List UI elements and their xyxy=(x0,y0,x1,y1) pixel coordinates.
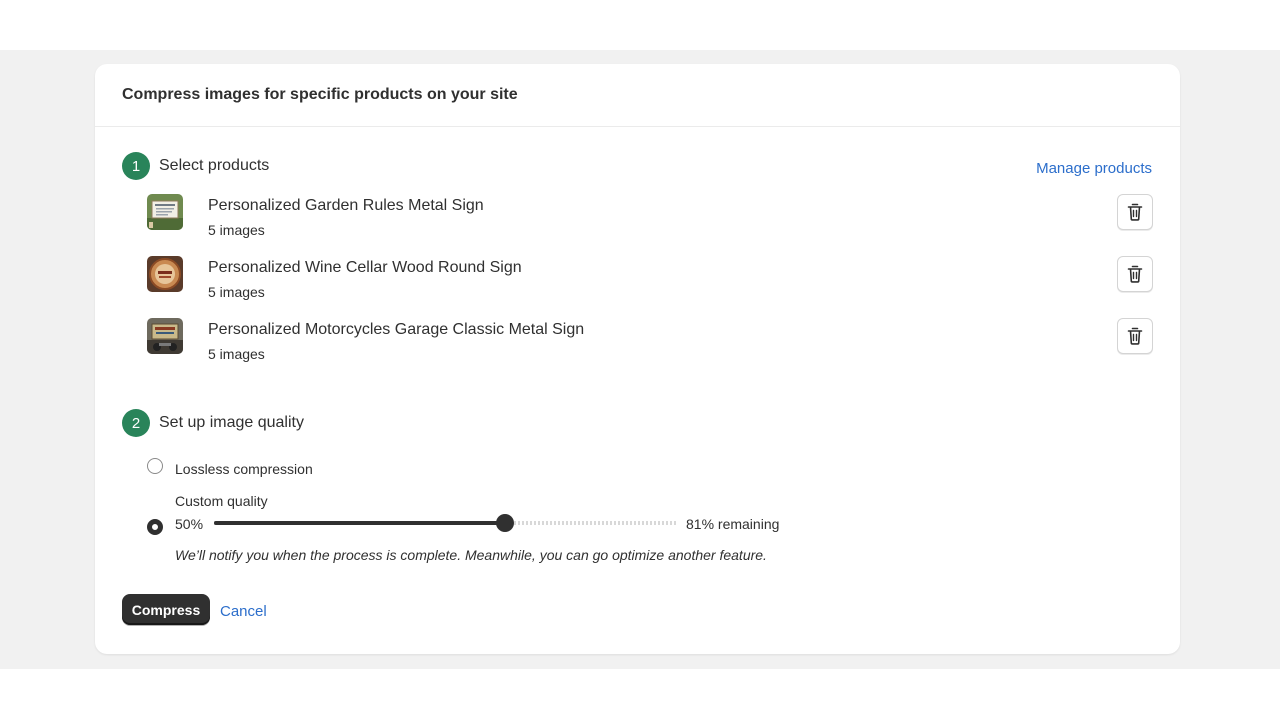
compress-card: Compress images for specific products on… xyxy=(95,64,1180,654)
trash-icon xyxy=(1127,265,1143,283)
bottom-bar xyxy=(0,669,1280,720)
delete-product-button[interactable] xyxy=(1117,318,1153,354)
manage-products-link[interactable]: Manage products xyxy=(1036,160,1152,177)
trash-icon xyxy=(1127,203,1143,221)
product-thumbnail xyxy=(147,318,183,354)
trash-icon xyxy=(1127,327,1143,345)
step-image-quality: 2 Set up image quality xyxy=(122,409,304,437)
step-number-badge: 1 xyxy=(122,152,150,180)
lossless-label: Lossless compression xyxy=(175,461,313,477)
quality-slider[interactable] xyxy=(214,513,676,533)
product-row: Personalized Garden Rules Metal Sign 5 i… xyxy=(147,193,1153,243)
slider-handle[interactable] xyxy=(496,514,514,532)
delete-product-button[interactable] xyxy=(1117,194,1153,230)
product-image-count: 5 images xyxy=(208,284,265,300)
delete-product-button[interactable] xyxy=(1117,256,1153,292)
product-name: Personalized Wine Cellar Wood Round Sign xyxy=(208,259,522,276)
custom-quality-radio[interactable] xyxy=(147,519,163,535)
card-header: Compress images for specific products on… xyxy=(95,64,1180,127)
lossless-radio[interactable] xyxy=(147,458,163,474)
product-name: Personalized Motorcycles Garage Classic … xyxy=(208,321,585,338)
product-thumbnail xyxy=(147,194,183,230)
step-number-badge: 2 xyxy=(122,409,150,437)
card-title: Compress images for specific products on… xyxy=(122,86,518,103)
product-image-count: 5 images xyxy=(208,346,265,362)
product-row: Personalized Wine Cellar Wood Round Sign… xyxy=(147,255,1153,305)
step-title: Select products xyxy=(159,157,270,174)
product-name: Personalized Garden Rules Metal Sign xyxy=(208,197,484,214)
cancel-link[interactable]: Cancel xyxy=(220,603,267,620)
product-row: Personalized Motorcycles Garage Classic … xyxy=(147,317,1153,367)
product-thumbnail xyxy=(147,256,183,292)
top-bar xyxy=(0,0,1280,50)
remaining-text: 81% remaining xyxy=(686,516,780,532)
compress-button[interactable]: Compress xyxy=(122,594,210,625)
step-select-products: 1 Select products xyxy=(122,152,269,180)
slider-fill xyxy=(214,521,505,525)
product-image-count: 5 images xyxy=(208,222,265,238)
process-note: We’ll notify you when the process is com… xyxy=(175,547,767,563)
step-title: Set up image quality xyxy=(159,414,304,431)
custom-quality-label: Custom quality xyxy=(175,493,268,509)
quality-value: 50% xyxy=(175,516,204,532)
